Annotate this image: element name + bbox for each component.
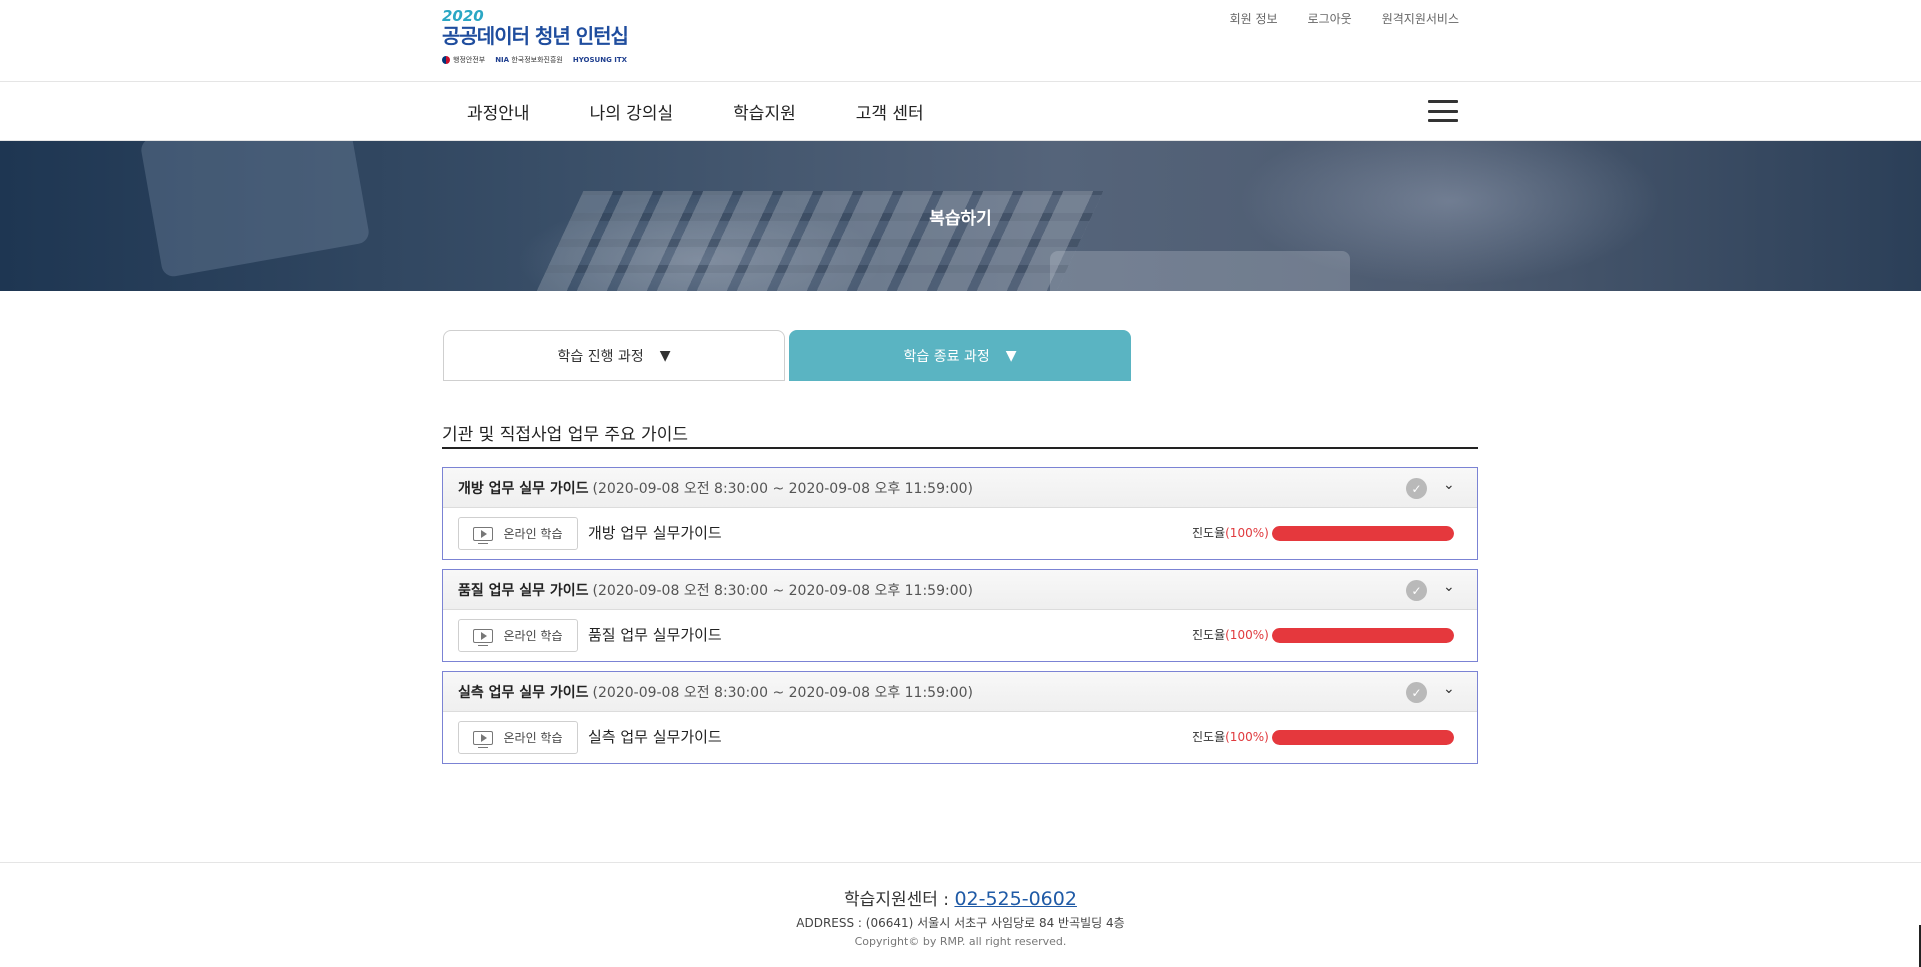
hamburger-menu-icon[interactable] <box>1428 100 1458 122</box>
taegeuk-icon <box>442 56 450 64</box>
course-card-body: 온라인 학습 품질 업무 실무가이드 진도율(100%) <box>443 610 1477 661</box>
partner-nia: NIA 한국정보화진흥원 <box>495 56 563 64</box>
progress-bar <box>1272 628 1454 643</box>
check-circle-icon: ✓ <box>1406 478 1427 499</box>
play-monitor-icon <box>473 526 494 544</box>
chevron-down-icon[interactable]: ⌄ <box>1443 477 1455 493</box>
main-menu: 과정안내 나의 강의실 학습지원 고객 센터 <box>467 82 924 140</box>
page-title: 복습하기 <box>929 208 992 229</box>
partner-mois: 행정안전부 <box>442 55 485 65</box>
logo-year: 2020 <box>442 7 484 25</box>
remote-support-link[interactable]: 원격지원서비스 <box>1382 10 1459 27</box>
course-card: 실측 업무 실무 가이드 (2020-09-08 오전 8:30:00 ~ 20… <box>442 671 1478 764</box>
logo-title: 공공데이터 청년 인턴십 <box>442 24 629 48</box>
main-nav: 과정안내 나의 강의실 학습지원 고객 센터 <box>0 81 1921 141</box>
menu-customer-center[interactable]: 고객 센터 <box>856 99 924 124</box>
site-footer: 학습지원센터 : 02-525-0602 ADDRESS : (06641) 서… <box>0 862 1921 967</box>
course-period: (2020-09-08 오전 8:30:00 ~ 2020-09-08 오후 1… <box>592 480 973 497</box>
menu-course-info[interactable]: 과정안내 <box>467 99 530 124</box>
play-monitor-icon <box>473 730 494 748</box>
tab-in-progress[interactable]: 학습 진행 과정 ▼ <box>443 330 785 381</box>
chevron-down-icon[interactable]: ⌄ <box>1443 579 1455 595</box>
course-tabs: 학습 진행 과정 ▼ 학습 종료 과정 ▼ <box>443 330 1131 381</box>
course-name: 실측 업무 실무 가이드 <box>458 684 589 701</box>
tab-label: 학습 종료 과정 <box>903 348 990 365</box>
triangle-down-icon: ▼ <box>659 347 671 364</box>
support-center-label: 학습지원센터 : <box>844 890 950 910</box>
progress-label: 진도율(100%) <box>1192 730 1269 744</box>
logout-link[interactable]: 로그아웃 <box>1308 10 1352 27</box>
course-name: 개방 업무 실무 가이드 <box>458 480 589 497</box>
lesson-title: 실측 업무 실무가이드 <box>588 728 722 746</box>
check-circle-icon: ✓ <box>1406 682 1427 703</box>
support-center: 학습지원센터 : 02-525-0602 <box>0 885 1921 910</box>
progress-bar <box>1272 526 1454 541</box>
online-learning-button[interactable]: 온라인 학습 <box>458 517 578 550</box>
progress-bar-fill <box>1272 526 1454 541</box>
logo-partners: 행정안전부 NIA 한국정보화진흥원 HYOSUNG ITX <box>442 55 662 65</box>
menu-my-classroom[interactable]: 나의 강의실 <box>590 99 674 124</box>
partner-hyosung: HYOSUNG ITX <box>572 56 628 64</box>
utility-nav: 회원 정보 로그아웃 원격지원서비스 <box>1230 10 1459 27</box>
course-card-body: 온라인 학습 실측 업무 실무가이드 진도율(100%) <box>443 712 1477 763</box>
play-monitor-icon <box>473 628 494 646</box>
member-info-link[interactable]: 회원 정보 <box>1230 10 1278 27</box>
course-card-header[interactable]: 개방 업무 실무 가이드 (2020-09-08 오전 8:30:00 ~ 20… <box>443 468 1477 508</box>
course-card-header[interactable]: 실측 업무 실무 가이드 (2020-09-08 오전 8:30:00 ~ 20… <box>443 672 1477 712</box>
progress-label: 진도율(100%) <box>1192 526 1269 540</box>
course-period: (2020-09-08 오전 8:30:00 ~ 2020-09-08 오후 1… <box>592 582 973 599</box>
site-logo[interactable]: 2020 공공데이터 청년 인턴십 행정안전부 NIA 한국정보화진흥원 HYO… <box>442 8 662 70</box>
triangle-down-icon: ▼ <box>1005 347 1017 364</box>
progress-bar-fill <box>1272 730 1454 745</box>
lesson-title: 개방 업무 실무가이드 <box>588 524 722 542</box>
page-banner: 복습하기 <box>0 141 1921 291</box>
progress-bar-fill <box>1272 628 1454 643</box>
progress-label: 진도율(100%) <box>1192 628 1269 642</box>
course-period: (2020-09-08 오전 8:30:00 ~ 2020-09-08 오후 1… <box>592 684 973 701</box>
course-name: 품질 업무 실무 가이드 <box>458 582 589 599</box>
lesson-title: 품질 업무 실무가이드 <box>588 626 722 644</box>
footer-address: ADDRESS : (06641) 서울시 서초구 사임당로 84 반곡빌딩 4… <box>796 916 1125 930</box>
course-card: 품질 업무 실무 가이드 (2020-09-08 오전 8:30:00 ~ 20… <box>442 569 1478 662</box>
tab-completed[interactable]: 학습 종료 과정 ▼ <box>789 330 1131 381</box>
progress-bar <box>1272 730 1454 745</box>
footer-copyright: Copyright© by RMP. all right reserved. <box>854 935 1067 948</box>
section-title: 기관 및 직접사업 업무 주요 가이드 <box>442 420 1478 449</box>
online-learning-button[interactable]: 온라인 학습 <box>458 721 578 754</box>
course-card: 개방 업무 실무 가이드 (2020-09-08 오전 8:30:00 ~ 20… <box>442 467 1478 560</box>
online-learning-button[interactable]: 온라인 학습 <box>458 619 578 652</box>
course-card-body: 온라인 학습 개방 업무 실무가이드 진도율(100%) <box>443 508 1477 559</box>
support-phone-link[interactable]: 02-525-0602 <box>954 888 1077 910</box>
course-card-header[interactable]: 품질 업무 실무 가이드 (2020-09-08 오전 8:30:00 ~ 20… <box>443 570 1477 610</box>
tab-label: 학습 진행 과정 <box>557 348 644 365</box>
menu-learning-support[interactable]: 학습지원 <box>733 99 796 124</box>
chevron-down-icon[interactable]: ⌄ <box>1443 681 1455 697</box>
check-circle-icon: ✓ <box>1406 580 1427 601</box>
